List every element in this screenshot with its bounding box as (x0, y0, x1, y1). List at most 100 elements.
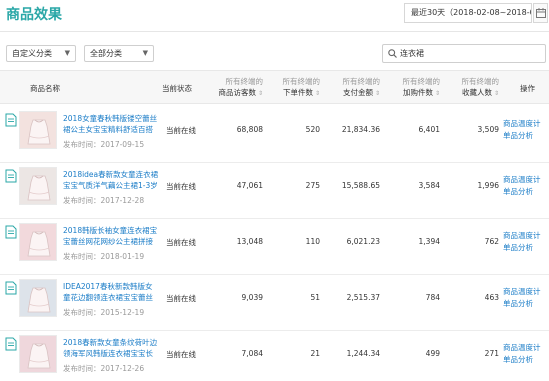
sort-icon[interactable]: ⇕ (315, 88, 320, 99)
sort-icon[interactable]: ⇕ (435, 88, 440, 99)
col-cart-main: 加购件数 (402, 88, 433, 97)
cell-amount: 6,021.23 (346, 237, 380, 246)
search-box[interactable] (382, 44, 546, 63)
single-item-analysis-link[interactable]: 单品分析 (503, 186, 533, 197)
cell-orders: 110 (305, 237, 320, 246)
filter-bar: 自定义分类 ▼ 全部分类 ▼ (0, 40, 549, 64)
product-thumbnail[interactable] (19, 335, 57, 373)
sort-icon[interactable]: ⇕ (494, 88, 499, 99)
col-visitors-sub: 所有终端的 (225, 77, 264, 86)
product-thermometer-link[interactable]: 商品温度计 (503, 230, 541, 241)
table-row: 2018idea春新款女童连衣裙宝宝气质洋气藕公主裙1-3岁网纱拼发布时间：20… (0, 161, 549, 219)
cell-status: 当前在线 (166, 126, 196, 135)
cell-orders: 520 (305, 125, 320, 134)
product-title-link[interactable]: 2018韩版长袖女童连衣裙宝宝蕾丝网花网纱公主裙拼接裙春季新款 (63, 225, 159, 247)
product-title-link[interactable]: 2018女童春秋韩版镂空蕾丝裙公主女宝宝精料舒适百搭款长袖连 (63, 113, 159, 135)
calendar-button[interactable] (533, 3, 548, 23)
cell-visitors: 68,808 (236, 125, 263, 134)
product-thermometer-link[interactable]: 商品温度计 (503, 118, 541, 129)
col-favorites[interactable]: 所有终端的 收藏人数 ⇕ (447, 76, 500, 99)
search-input[interactable] (400, 47, 540, 60)
col-orders-main: 下单件数 (282, 88, 313, 97)
cell-amount: 15,588.65 (341, 181, 380, 190)
col-product-name: 商品名称 (30, 84, 60, 93)
cell-orders: 275 (305, 181, 320, 190)
cell-status: 当前在线 (166, 294, 196, 303)
col-visitors[interactable]: 所有终端的 商品访客数 ⇕ (208, 76, 263, 99)
product-title-link[interactable]: IDEA2017春秋新款韩版女童花边翻领连衣裙宝宝蕾丝公主裙上 (63, 281, 159, 303)
product-title-link[interactable]: 2018春新款女童条纹荷叶边领海军风韩版连衣裙宝宝长袖公 (63, 337, 159, 359)
col-amount-sub: 所有终端的 (342, 77, 381, 86)
date-range-selector[interactable]: 最近30天（2018-02-08~2018-03-09） (404, 3, 532, 23)
publish-time: 发布时间：2018-01-19 (63, 252, 145, 261)
col-cart[interactable]: 所有终端的 加购件数 ⇕ (388, 76, 441, 99)
cell-cart: 499 (425, 349, 440, 358)
cell-amount: 2,515.37 (346, 293, 380, 302)
cell-favorites: 463 (484, 293, 499, 302)
custom-category-dropdown[interactable]: 自定义分类 ▼ (6, 45, 76, 62)
cell-orders: 51 (310, 293, 320, 302)
col-favorites-main: 收藏人数 (461, 88, 492, 97)
table-row: 2018女童春秋韩版镂空蕾丝裙公主女宝宝精料舒适百搭款长袖连发布时间：2017-… (0, 105, 549, 163)
page-header: 商品效果 最近30天（2018-02-08~2018-03-09） (0, 0, 549, 30)
table-row: IDEA2017春秋新款韩版女童花边翻领连衣裙宝宝蕾丝公主裙上发布时间：2015… (0, 273, 549, 331)
product-image (20, 224, 56, 260)
cell-cart: 1,394 (418, 237, 440, 246)
publish-time: 发布时间：2017-09-15 (63, 140, 145, 149)
single-item-analysis-link[interactable]: 单品分析 (503, 354, 533, 365)
cell-cart: 3,584 (418, 181, 440, 190)
col-visitors-main: 商品访客数 (218, 88, 256, 97)
cell-amount: 1,244.34 (346, 349, 380, 358)
product-title-link[interactable]: 2018idea春新款女童连衣裙宝宝气质洋气藕公主裙1-3岁网纱拼 (63, 169, 159, 191)
product-image (20, 168, 56, 204)
table-row: 2018韩版长袖女童连衣裙宝宝蕾丝网花网纱公主裙拼接裙春季新款发布时间：2018… (0, 217, 549, 275)
col-operations: 操作 (520, 84, 535, 93)
single-item-analysis-link[interactable]: 单品分析 (503, 130, 533, 141)
table-header: 商品名称 当前状态 所有终端的 商品访客数 ⇕ 所有终端的 下单件数 ⇕ 所有终端的… (0, 70, 549, 104)
single-item-analysis-link[interactable]: 单品分析 (503, 298, 533, 309)
cell-visitors: 47,061 (236, 181, 263, 190)
all-category-dropdown[interactable]: 全部分类 ▼ (84, 45, 154, 62)
cell-status: 当前在线 (166, 238, 196, 247)
product-thumbnail[interactable] (19, 111, 57, 149)
publish-time: 发布时间：2015-12-19 (63, 308, 145, 317)
table-row: 2018春新款女童条纹荷叶边领海军风韩版连衣裙宝宝长袖公发布时间：2017-12… (0, 329, 549, 381)
page-title: 商品效果 (6, 7, 62, 23)
product-doc-icon (5, 113, 17, 127)
all-category-label: 全部分类 (90, 49, 122, 58)
cell-visitors: 9,039 (241, 293, 263, 302)
publish-time: 发布时间：2017-12-28 (63, 196, 145, 205)
product-thumbnail[interactable] (19, 223, 57, 261)
col-cart-sub: 所有终端的 (402, 77, 441, 86)
cell-visitors: 7,084 (241, 349, 263, 358)
cell-favorites: 3,509 (477, 125, 499, 134)
publish-time: 发布时间：2017-12-26 (63, 364, 145, 373)
product-image (20, 280, 56, 316)
col-amount[interactable]: 所有终端的 支付金额 ⇕ (328, 76, 381, 99)
product-doc-icon (5, 225, 17, 239)
search-icon (388, 49, 397, 58)
col-orders-sub: 所有终端的 (282, 77, 321, 86)
product-thermometer-link[interactable]: 商品温度计 (503, 174, 541, 185)
col-orders[interactable]: 所有终端的 下单件数 ⇕ (270, 76, 321, 99)
single-item-analysis-link[interactable]: 单品分析 (503, 242, 533, 253)
product-thumbnail[interactable] (19, 167, 57, 205)
col-amount-main: 支付金额 (342, 88, 373, 97)
product-thumbnail[interactable] (19, 279, 57, 317)
cell-cart: 784 (425, 293, 440, 302)
product-image (20, 112, 56, 148)
sort-icon[interactable]: ⇕ (375, 88, 380, 99)
cell-favorites: 762 (484, 237, 499, 246)
product-thermometer-link[interactable]: 商品温度计 (503, 342, 541, 353)
cell-cart: 6,401 (418, 125, 440, 134)
sort-icon[interactable]: ⇕ (258, 88, 263, 99)
product-doc-icon (5, 169, 17, 183)
cell-status: 当前在线 (166, 182, 196, 191)
product-doc-icon (5, 281, 17, 295)
header-divider (0, 31, 549, 32)
cell-orders: 21 (310, 349, 320, 358)
cell-status: 当前在线 (166, 350, 196, 359)
chevron-down-icon: ▼ (142, 49, 148, 57)
product-doc-icon (5, 337, 17, 351)
product-thermometer-link[interactable]: 商品温度计 (503, 286, 541, 297)
